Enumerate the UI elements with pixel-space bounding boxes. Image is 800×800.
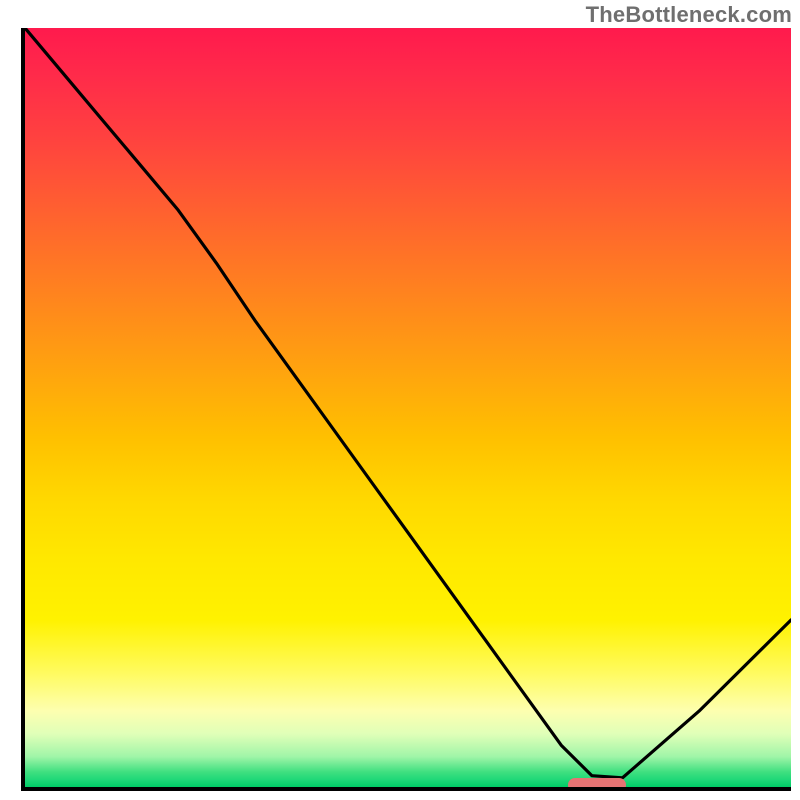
- watermark-text: TheBottleneck.com: [586, 2, 792, 28]
- optimal-range-marker: [568, 778, 626, 791]
- chart-container: TheBottleneck.com: [0, 0, 800, 800]
- curve-path: [25, 28, 791, 778]
- plot-area: [21, 28, 791, 791]
- bottleneck-curve: [25, 28, 791, 787]
